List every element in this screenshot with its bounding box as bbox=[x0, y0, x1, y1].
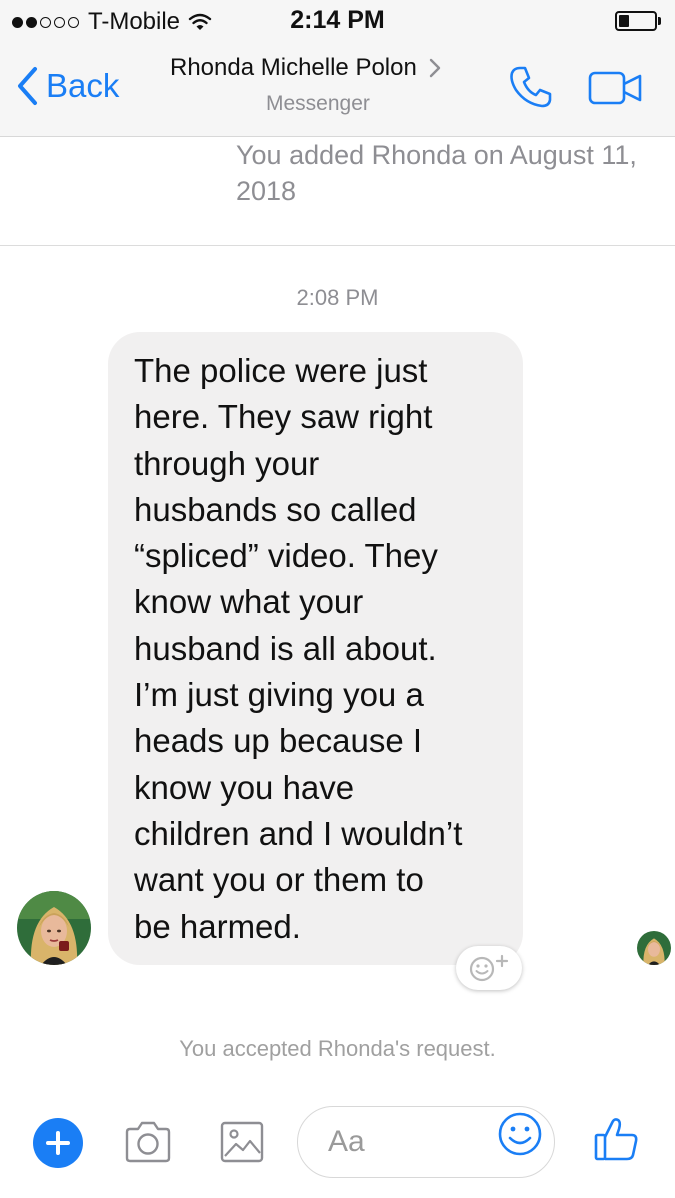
seen-receipt-avatar bbox=[637, 931, 671, 965]
message-bubble[interactable]: The police were just here. They saw righ… bbox=[108, 332, 523, 965]
back-label: Back bbox=[46, 67, 120, 104]
add-reaction-button[interactable] bbox=[456, 946, 522, 990]
avatar-photo bbox=[17, 891, 91, 965]
smiley-icon bbox=[498, 1112, 542, 1156]
image-icon bbox=[220, 1121, 264, 1163]
message-text: The police were just here. They saw righ… bbox=[134, 352, 463, 945]
battery-level bbox=[619, 15, 630, 27]
phone-icon bbox=[510, 66, 552, 108]
chevron-left-icon bbox=[18, 67, 37, 105]
message-input-placeholder: Aa bbox=[328, 1125, 365, 1158]
more-options-button[interactable] bbox=[33, 1118, 83, 1168]
request-accepted-note: You accepted Rhonda's request. bbox=[179, 1036, 496, 1061]
nav-bar: Back Rhonda Michelle Polon Messenger bbox=[0, 44, 675, 137]
call-button[interactable] bbox=[508, 64, 554, 115]
composer-bar: Aa bbox=[0, 1090, 675, 1198]
message-timestamp: 2:08 PM bbox=[296, 285, 379, 310]
thumbs-up-icon bbox=[594, 1118, 638, 1161]
video-camera-icon bbox=[588, 71, 642, 105]
plus-icon bbox=[46, 1131, 70, 1155]
camera-icon bbox=[125, 1121, 171, 1163]
status-bar: T-Mobile 2:14 PM bbox=[0, 0, 675, 44]
emoji-button[interactable] bbox=[496, 1110, 544, 1163]
divider bbox=[0, 245, 675, 246]
like-button[interactable] bbox=[592, 1115, 640, 1168]
emoji-plus-icon bbox=[469, 954, 509, 982]
contact-added-note: You added Rhonda on August 11, 2018 bbox=[236, 140, 637, 206]
camera-button[interactable] bbox=[123, 1120, 173, 1169]
status-time: 2:14 PM bbox=[290, 6, 385, 34]
back-button[interactable]: Back bbox=[16, 66, 119, 106]
chevron-right-icon bbox=[429, 58, 441, 78]
gallery-button[interactable] bbox=[219, 1120, 265, 1169]
battery-icon bbox=[615, 11, 661, 31]
contact-subtitle: Messenger bbox=[266, 92, 370, 115]
video-call-button[interactable] bbox=[588, 70, 644, 111]
sender-avatar[interactable] bbox=[17, 891, 91, 965]
contact-name: Rhonda Michelle Polon bbox=[170, 54, 417, 81]
contact-header[interactable]: Rhonda Michelle Polon Messenger bbox=[170, 54, 490, 115]
avatar-photo bbox=[637, 931, 671, 965]
